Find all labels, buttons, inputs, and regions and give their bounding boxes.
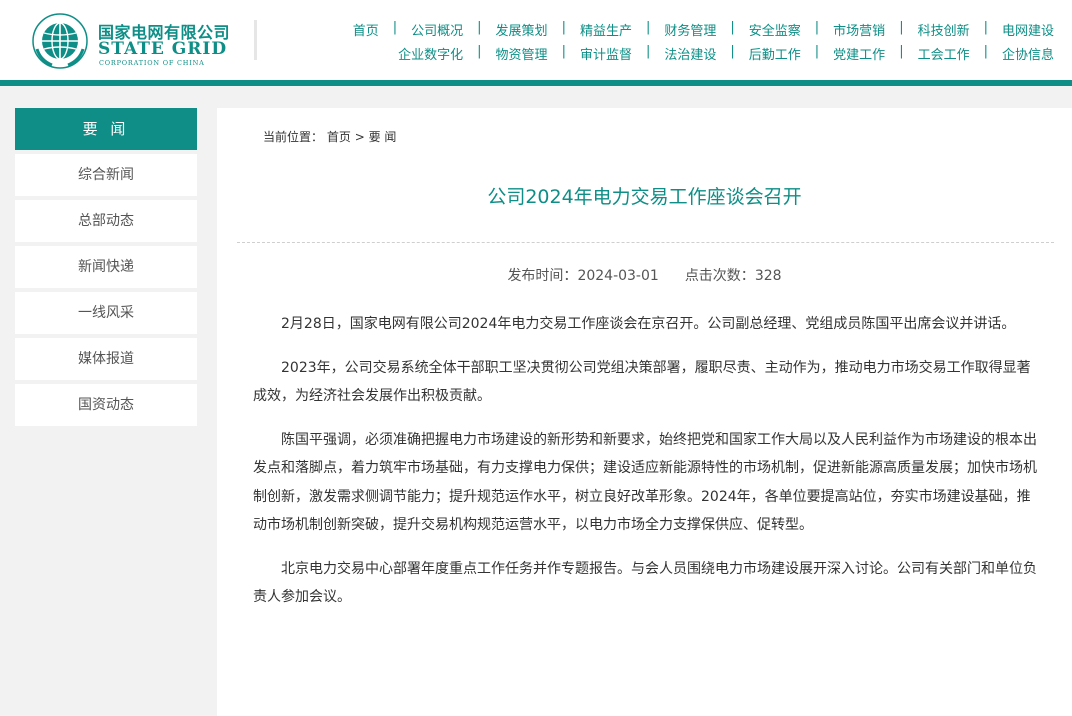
publish-label: 发布时间：: [507, 268, 578, 284]
article-title: 公司2024年电力交易工作座谈会召开: [487, 186, 802, 208]
article-paragraph: 2023年，公司交易系统全体干部职工坚决贯彻公司党组决策部署，履职尽责、主动作为…: [253, 359, 1031, 405]
logo-name-en: STATE GRID: [98, 39, 228, 59]
nav-safety-supervision[interactable]: 安全监察: [749, 20, 801, 39]
views-label: 点击次数：: [684, 268, 755, 284]
nav-rule-of-law[interactable]: 法治建设: [664, 44, 716, 63]
sidebar-title: 要 闻: [15, 108, 197, 150]
article-paragraph: 2月28日，国家电网有限公司2024年电力交易工作座谈会在京召开。公司副总经理、…: [281, 316, 1016, 332]
site-header: 国家电网有限公司 STATE GRID CORPORATION OF CHINA…: [0, 0, 1072, 80]
breadcrumb-current-link[interactable]: 要 闻: [369, 130, 397, 144]
breadcrumb-prefix: 当前位置：: [263, 130, 324, 144]
nav-separator: |: [392, 20, 398, 35]
breadcrumb-separator: >: [354, 130, 365, 144]
nav-logistics[interactable]: 后勤工作: [749, 44, 801, 63]
nav-home[interactable]: 首页: [353, 20, 379, 39]
nav-separator: |: [561, 20, 566, 35]
logo-divider: [254, 20, 257, 60]
top-nav-row-2: 企业数字化 | 物资管理 | 审计监督 | 法治建设 | 后勤工作 | 党建工作 | 工会工…: [398, 44, 1054, 63]
nav-separator: |: [730, 20, 735, 35]
nav-separator: |: [645, 20, 651, 35]
sidebar-item-frontline[interactable]: 一线风采: [15, 292, 197, 334]
nav-separator: |: [730, 44, 735, 59]
nav-separator: |: [645, 44, 651, 59]
article-paragraph: 北京电力交易中心部署年度重点工作任务并作专题报告。与会人员围绕电力市场建设展开深…: [253, 560, 1037, 606]
nav-digitalization[interactable]: 企业数字化: [398, 44, 463, 63]
nav-trade-union[interactable]: 工会工作: [918, 44, 970, 63]
nav-party-building[interactable]: 党建工作: [833, 44, 885, 63]
nav-tech-innovation[interactable]: 科技创新: [918, 20, 970, 39]
sidebar: 要 闻 综合新闻 总部动态 新闻快递 一线风采 媒体报道 国资动态: [15, 108, 197, 426]
breadcrumb: 当前位置： 首页 > 要 闻: [263, 128, 396, 145]
sidebar-item-hq-updates[interactable]: 总部动态: [15, 200, 197, 242]
sidebar-item-general-news[interactable]: 综合新闻: [15, 154, 197, 196]
nav-lean-production[interactable]: 精益生产: [580, 20, 632, 39]
top-nav-row-1: 首页 | 公司概况 | 发展策划 | 精益生产 | 财务管理 | 安全监察 | 市场营销 | …: [353, 20, 1054, 39]
nav-separator: |: [814, 44, 820, 59]
article-body: 2月28日，国家电网有限公司2024年电力交易工作座谈会在京召开。公司副总经理、…: [253, 310, 1041, 627]
nav-separator: |: [899, 20, 904, 35]
header-accent-bar: [0, 80, 1072, 86]
logo-name-sub: CORPORATION OF CHINA: [99, 59, 205, 67]
title-divider: [237, 242, 1054, 243]
article-panel: 当前位置： 首页 > 要 闻 公司2024年电力交易工作座谈会召开 发布时间：2…: [217, 108, 1072, 716]
nav-audit[interactable]: 审计监督: [580, 44, 632, 63]
nav-separator: |: [477, 44, 482, 59]
nav-separator: |: [814, 20, 820, 35]
nav-separator: |: [983, 20, 988, 35]
sidebar-item-media-reports[interactable]: 媒体报道: [15, 338, 197, 380]
nav-materials[interactable]: 物资管理: [496, 44, 548, 63]
breadcrumb-home-link[interactable]: 首页: [327, 130, 351, 144]
nav-development-planning[interactable]: 发展策划: [496, 20, 548, 39]
nav-separator: |: [899, 44, 904, 59]
publish-date: 2024-03-01: [577, 268, 659, 284]
views-count: 328: [754, 268, 782, 284]
sidebar-item-sasac-updates[interactable]: 国资动态: [15, 384, 197, 426]
nav-separator: |: [477, 20, 482, 35]
site-logo[interactable]: 国家电网有限公司 STATE GRID CORPORATION OF CHINA: [32, 13, 272, 69]
article-paragraph: 陈国平强调，必须准确把握电力市场建设的新形势和新要求，始终把党和国家工作大局以及…: [253, 431, 1037, 534]
article-meta: 发布时间：2024-03-01 点击次数：328: [217, 265, 1072, 285]
sidebar-item-news-express[interactable]: 新闻快递: [15, 246, 197, 288]
nav-separator: |: [983, 44, 988, 59]
nav-separator: |: [561, 44, 566, 59]
nav-grid-construction[interactable]: 电网建设: [1002, 20, 1054, 39]
state-grid-globe-icon: [32, 13, 88, 69]
nav-company-overview[interactable]: 公司概况: [411, 20, 463, 39]
nav-marketing[interactable]: 市场营销: [833, 20, 885, 39]
nav-finance[interactable]: 财务管理: [664, 20, 716, 39]
nav-enterprise-association[interactable]: 企协信息: [1002, 44, 1054, 63]
